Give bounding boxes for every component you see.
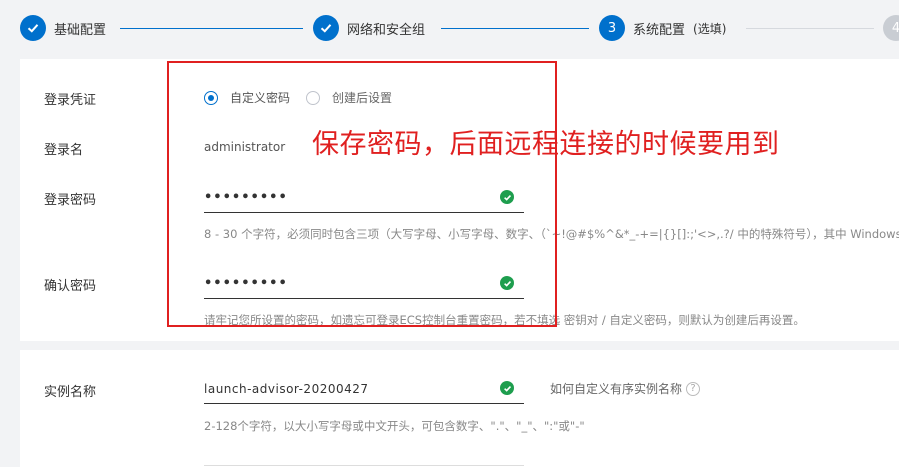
instance-name-hint: 2-128个字符，以大小写字母或中文开头，可包含数字、"."、"_"、":"或"… [204,419,585,433]
check-circle-icon [500,381,514,395]
step-optional-tag: (选填) [693,21,727,36]
instance-name-input[interactable]: launch-advisor-20200427 [204,374,524,404]
step-connector [441,28,589,29]
step-4[interactable]: 4 [883,15,899,41]
password-label: 登录密码 [44,193,97,208]
annotation-box [167,61,557,327]
step-label: 基础配置 [54,22,107,38]
stepper: 基础配置 网络和安全组 3 系统配置 (选填) 4 [0,0,899,56]
step-label: 网络和安全组 [347,22,426,38]
help-link-text: 如何自定义有序实例名称 [550,382,683,396]
instance-name-value: launch-advisor-20200427 [204,381,369,396]
help-icon: ? [686,381,701,396]
next-field-underline [204,465,524,466]
instance-name-label: 实例名称 [44,385,97,400]
annotation-text: 保存密码，后面远程连接的时候要用到 [312,129,780,160]
step-system-config[interactable]: 3 系统配置 (选填) [599,15,726,41]
confirm-password-label: 确认密码 [44,279,97,294]
step-connector [120,28,303,29]
step-connector [746,28,874,29]
credential-label: 登录凭证 [44,93,97,108]
login-name-label: 登录名 [44,143,84,158]
check-icon [313,15,339,41]
step-network-security[interactable]: 网络和安全组 [313,15,425,41]
instance-name-help-link[interactable]: 如何自定义有序实例名称 ? [550,380,701,397]
check-icon [20,15,46,41]
instance-panel: 实例名称 launch-advisor-20200427 如何自定义有序实例名称… [20,350,899,467]
step-basic-config[interactable]: 基础配置 [20,15,106,41]
step-number: 3 [599,15,625,41]
step-label: 系统配置 [633,22,686,38]
